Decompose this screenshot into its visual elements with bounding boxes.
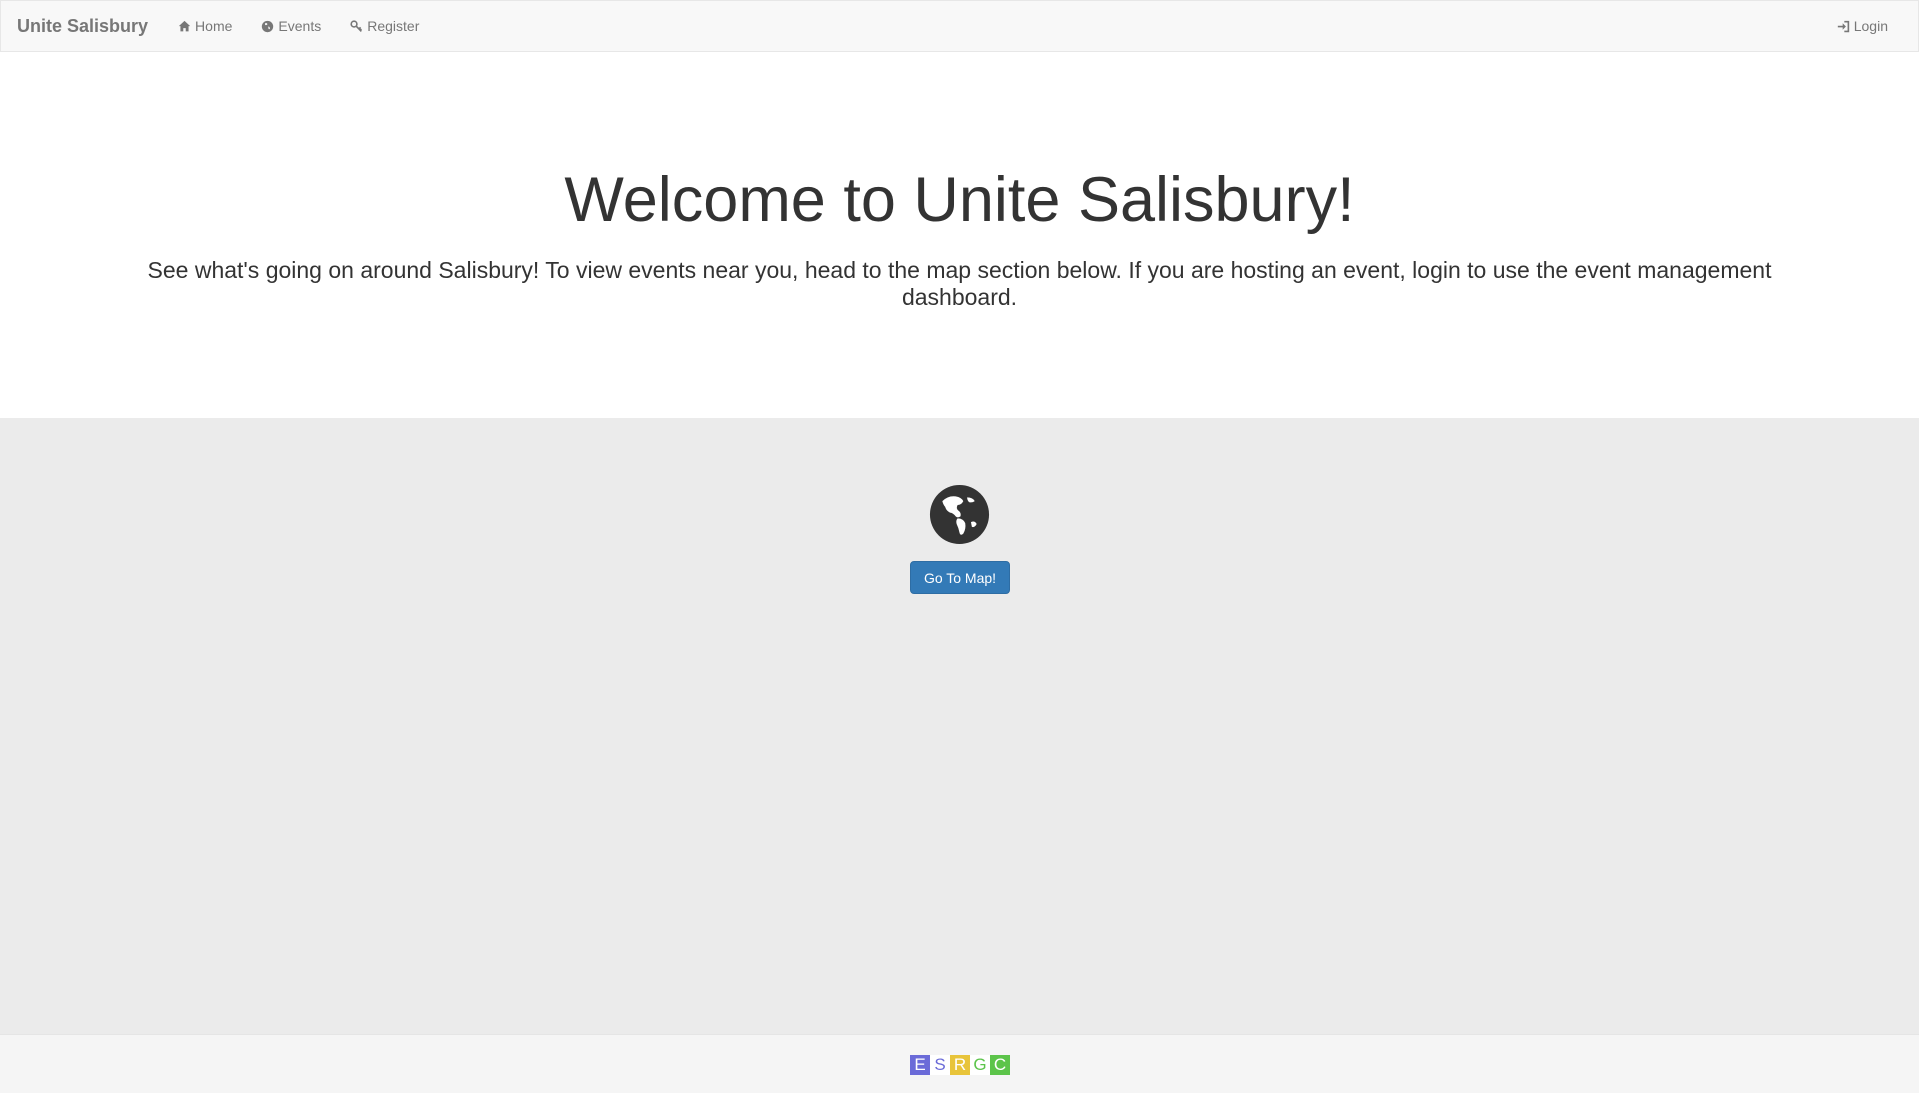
nav-register-label: Register (367, 18, 420, 34)
navbar: Unite Salisbury Home Events Register Log… (0, 0, 1919, 52)
key-icon (350, 19, 363, 32)
login-icon (1837, 20, 1849, 32)
nav-events-label: Events (278, 18, 322, 34)
globe-icon (929, 484, 990, 545)
globe-icon (262, 20, 274, 32)
nav-home-label: Home (195, 18, 233, 34)
logo-letter-r: R (950, 1055, 970, 1075)
nav-login-link[interactable]: Login (1837, 18, 1888, 34)
home-icon (178, 20, 191, 31)
go-to-map-button[interactable]: Go To Map! (910, 561, 1010, 594)
logo-letter-s: S (930, 1055, 950, 1075)
hero-subtitle: See what's going on around Salisbury! To… (147, 257, 1772, 310)
logo-letter-c: C (990, 1055, 1010, 1075)
logo-letter-e: E (910, 1055, 930, 1075)
esrgc-logo[interactable]: E S R G C (910, 1055, 1010, 1075)
brand-link[interactable]: Unite Salisbury (17, 16, 148, 37)
nav-register-link[interactable]: Register (350, 18, 419, 34)
map-section: Go To Map! (0, 418, 1919, 1034)
hero-section: Welcome to Unite Salisbury! See what's g… (0, 52, 1919, 418)
nav-home-link[interactable]: Home (178, 18, 232, 34)
nav-events-link[interactable]: Events (261, 18, 321, 34)
nav-login-label: Login (1853, 18, 1888, 34)
footer: E S R G C (0, 1034, 1919, 1093)
logo-letter-g: G (970, 1055, 990, 1075)
page-title: Welcome to Unite Salisbury! (564, 165, 1355, 235)
